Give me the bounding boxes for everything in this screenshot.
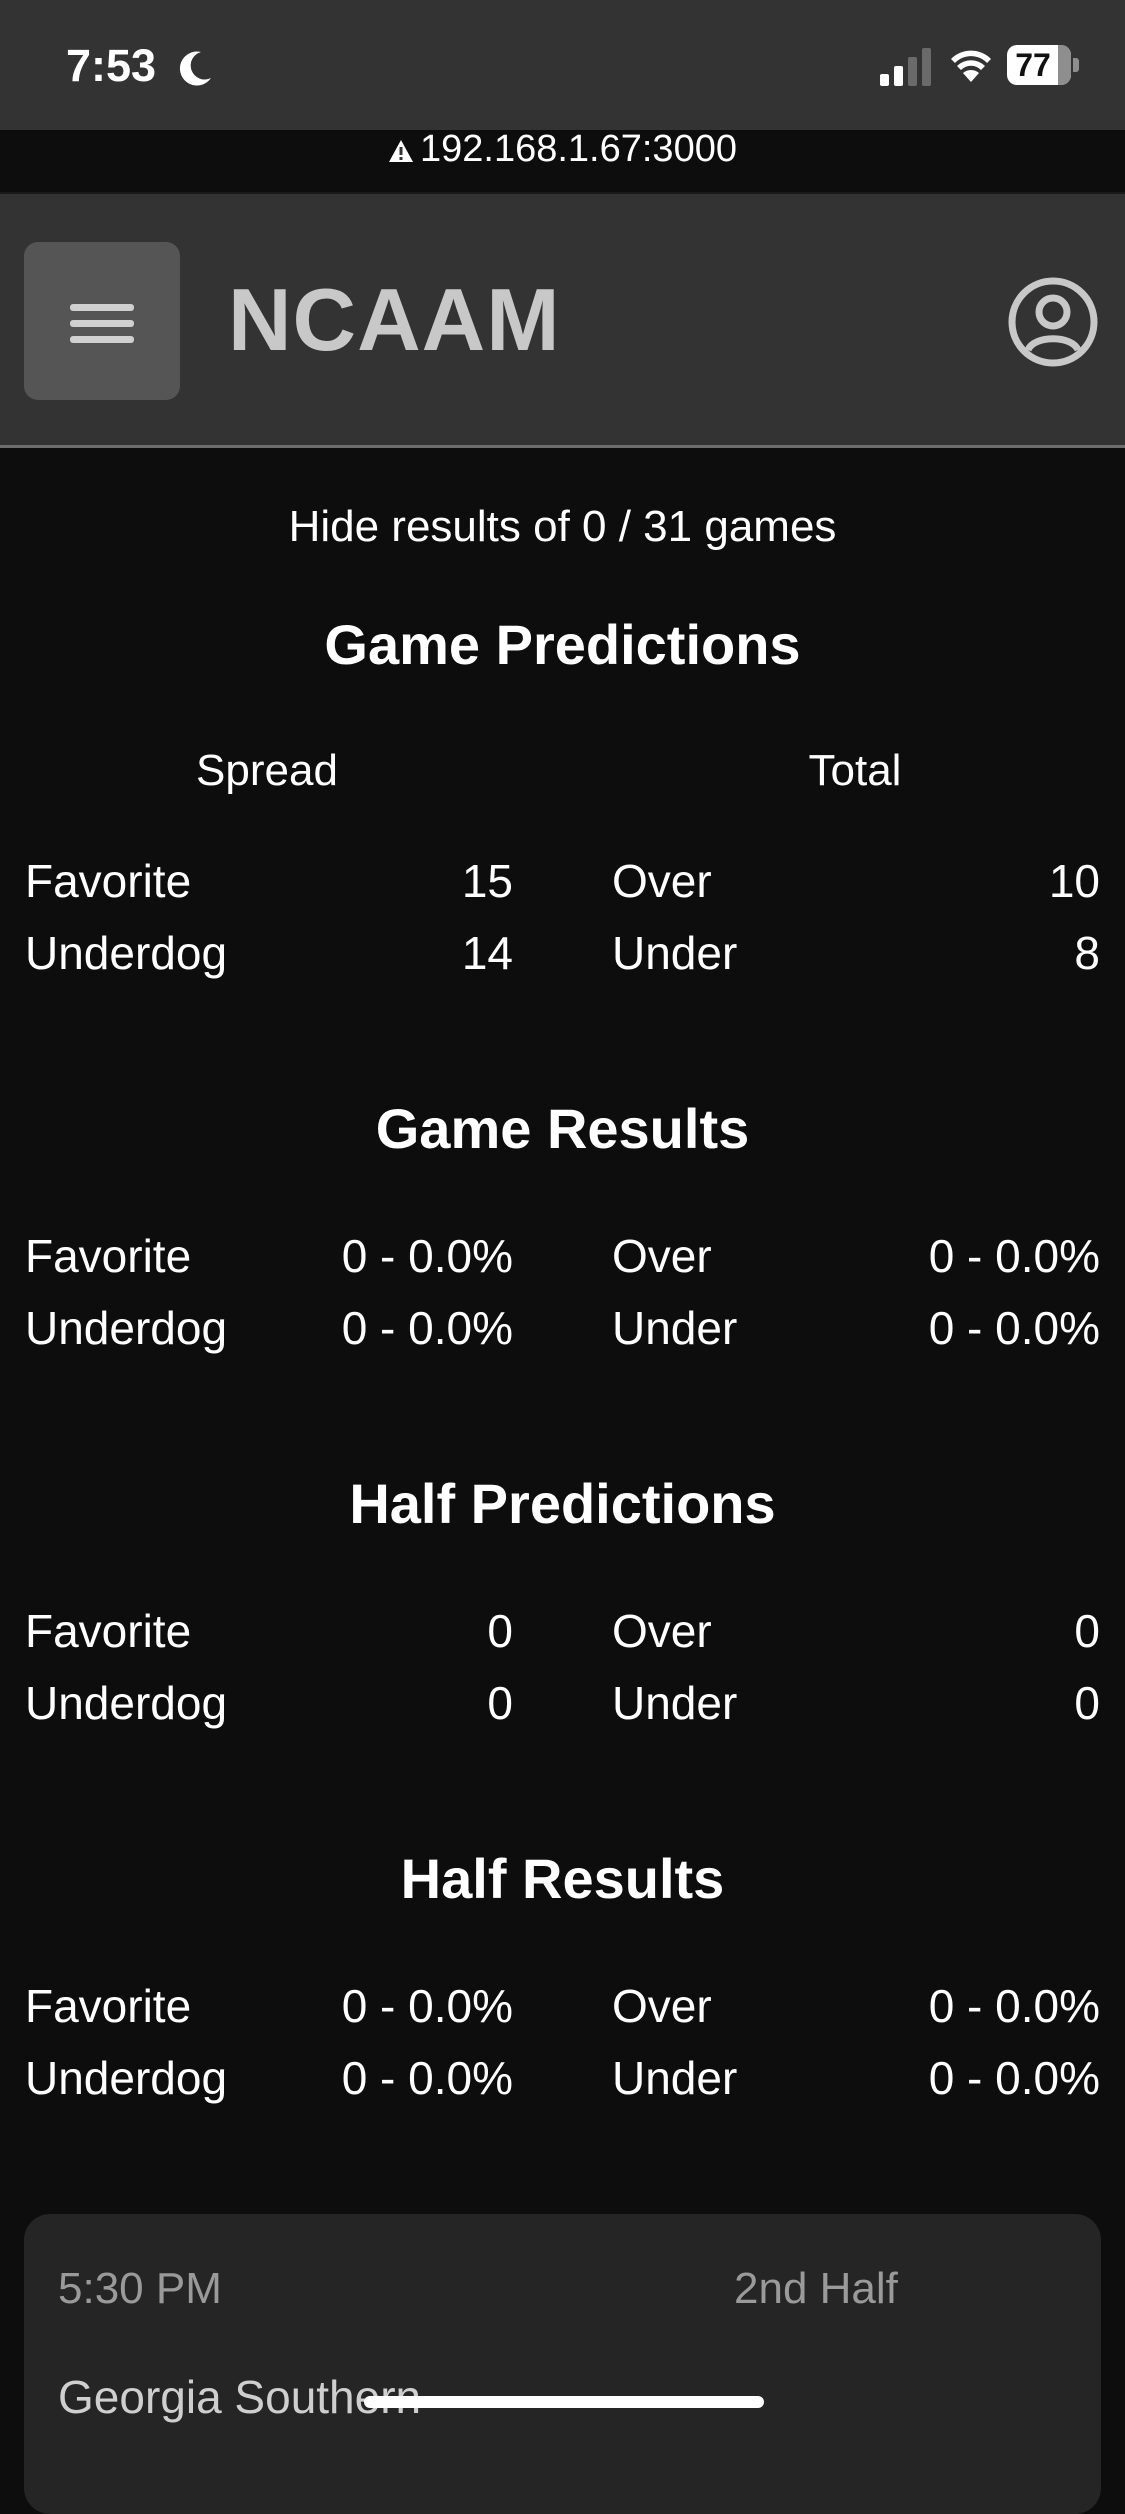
- row-value: 8: [1074, 927, 1100, 979]
- battery-level: 77: [1015, 47, 1051, 83]
- row-value: 14: [461, 927, 513, 979]
- wifi-icon: [951, 50, 991, 82]
- status-time: 7:53: [66, 40, 157, 91]
- cellular-signal-icon: [880, 48, 931, 86]
- game-predictions-title: Game Predictions: [324, 613, 801, 676]
- row-value: 0 - 0.0%: [928, 1230, 1100, 1282]
- moon-icon: [179, 51, 211, 86]
- status-bar: 7:53 77 192.168.1.67:3000: [0, 0, 1125, 170]
- row-value: 0 - 0.0%: [341, 2052, 513, 2104]
- row-label: Over: [612, 855, 712, 907]
- row-label: Over: [612, 1980, 712, 2032]
- warning-icon: [389, 139, 413, 162]
- row-value: 0 - 0.0%: [341, 1980, 513, 2032]
- row-label: Favorite: [25, 1605, 192, 1657]
- game-results-title: Game Results: [375, 1097, 750, 1160]
- row-label: Under: [612, 2052, 738, 2104]
- row-label: Over: [612, 1230, 712, 1282]
- row-label: Underdog: [25, 2052, 228, 2104]
- row-label: Under: [612, 1302, 738, 1354]
- row-value: 0: [487, 1605, 513, 1657]
- row-label: Favorite: [25, 855, 192, 907]
- menu-button[interactable]: [24, 242, 180, 400]
- url-bar[interactable]: 192.168.1.67:3000: [0, 128, 1125, 171]
- row-value: 0 - 0.0%: [341, 1230, 513, 1282]
- row-label: Favorite: [25, 1230, 192, 1282]
- game-card[interactable]: 5:30 PM 2nd Half Georgia Southern: [24, 2214, 1101, 2514]
- row-label: Over: [612, 1605, 712, 1657]
- app-title: NCAAM: [228, 270, 561, 369]
- battery-icon: 77: [1007, 45, 1079, 87]
- game-period: 2nd Half: [734, 2264, 898, 2313]
- half-results-title: Half Results: [400, 1847, 725, 1910]
- url-text: 192.168.1.67:3000: [420, 128, 737, 170]
- row-value: 0 - 0.0%: [928, 1302, 1100, 1354]
- row-label: Underdog: [25, 1302, 228, 1354]
- row-label: Underdog: [25, 927, 228, 979]
- row-value: 0: [487, 1677, 513, 1729]
- game-time: 5:30 PM: [58, 2264, 222, 2313]
- row-value: 0: [1074, 1605, 1100, 1657]
- row-value: 0 - 0.0%: [928, 1980, 1100, 2032]
- home-indicator[interactable]: [364, 2396, 764, 2408]
- total-header: Total: [808, 746, 902, 795]
- row-value: 0 - 0.0%: [341, 1302, 513, 1354]
- row-label: Under: [612, 1677, 738, 1729]
- hide-results-toggle[interactable]: Hide results of 0 / 31 games: [0, 502, 1125, 552]
- user-circle-icon[interactable]: [1008, 277, 1098, 367]
- spread-header: Spread: [196, 746, 338, 795]
- row-label: Under: [612, 927, 738, 979]
- row-label: Underdog: [25, 1677, 228, 1729]
- row-value: 0 - 0.0%: [928, 2052, 1100, 2104]
- app-header: NCAAM: [0, 192, 1125, 448]
- row-value: 0: [1074, 1677, 1100, 1729]
- row-value: 15: [461, 855, 513, 907]
- half-predictions-title: Half Predictions: [349, 1472, 776, 1535]
- row-label: Favorite: [25, 1980, 192, 2032]
- row-value: 10: [1048, 855, 1100, 907]
